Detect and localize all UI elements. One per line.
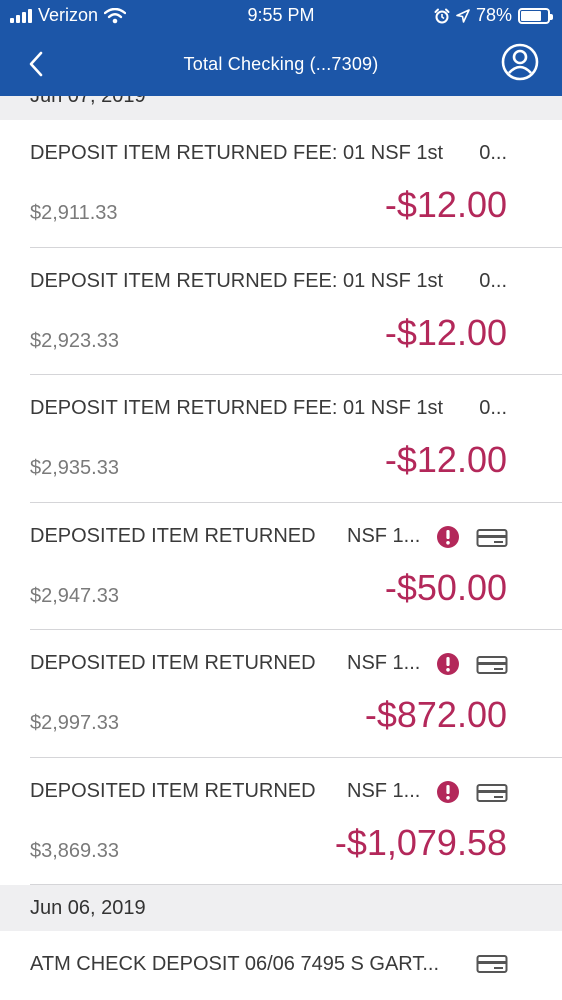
user-circle-icon [501,43,539,81]
transaction-description-tail: 0... [479,397,507,419]
app-header: Verizon 9:55 PM 78% Total Checking (...7… [0,0,562,96]
page-title: Total Checking (...7309) [183,54,379,74]
transaction-amount: -$12.00 [384,184,507,225]
nav-bar: Total Checking (...7309) [0,36,562,92]
transaction-description-tail: NSF 1... [347,652,421,674]
alarm-icon [434,8,450,23]
transaction-description: ATM CHECK DEPOSIT 06/06 7495 S GART... [30,953,440,975]
check-image-icon[interactable] [476,654,508,676]
transaction-description: DEPOSIT ITEM RETURNED FEE: 01 NSF 1st [30,397,444,419]
transaction-amount: -$1,079.58 [334,821,507,863]
status-bar: Verizon 9:55 PM 78% [0,0,562,32]
transaction-description: DEPOSITED ITEM RETURNED [30,524,316,547]
transaction-description-tail: 0... [479,269,507,292]
transaction-description-tail: NSF 1... [347,524,421,547]
alert-icon[interactable] [436,525,460,549]
running-balance: $2,911.33 [30,202,118,224]
date-header: Jun 07, 2019 [0,96,562,120]
transaction-amount: -$12.00 [384,439,507,480]
check-image-icon[interactable] [476,782,508,804]
location-icon [456,8,470,23]
transaction-list[interactable]: Jun 07, 2019 DEPOSIT ITEM RETURNED FEE: … [0,96,562,1000]
running-balance: $2,935.33 [30,457,119,479]
transaction-row[interactable]: DEPOSITED ITEM RETURNED NSF 1... $2,997.… [30,630,562,758]
transaction-amount: -$12.00 [384,311,507,353]
date-label: Jun 06, 2019 [30,897,146,919]
status-right: 78% [434,5,553,26]
transaction-row[interactable]: DEPOSIT ITEM RETURNED FEE: 01 NSF 1st 0.… [30,120,562,248]
running-balance: $2,997.33 [30,712,119,734]
transaction-row[interactable]: DEPOSIT ITEM RETURNED FEE: 01 NSF 1st 0.… [30,248,562,375]
transaction-row[interactable]: DEPOSITED ITEM RETURNED NSF 1... $3,869.… [30,758,562,885]
alert-icon[interactable] [436,652,460,676]
check-image-icon[interactable] [476,527,508,549]
date-label: Jun 07, 2019 [30,96,146,107]
transaction-row[interactable]: ATM CHECK DEPOSIT 06/06 7495 S GART... [30,931,562,1000]
transaction-description-tail: NSF 1... [347,779,421,802]
transaction-amount: -$872.00 [364,694,507,735]
alert-icon[interactable] [436,780,460,804]
running-balance: $3,869.33 [30,839,119,862]
transaction-description: DEPOSIT ITEM RETURNED FEE: 01 NSF 1st [30,142,444,164]
battery-percent: 78% [475,5,512,25]
running-balance: $2,947.33 [30,584,119,607]
date-header: Jun 06, 2019 [0,885,562,931]
battery-icon [518,7,553,24]
running-balance: $2,923.33 [30,329,119,352]
transaction-description: DEPOSITED ITEM RETURNED [30,652,316,674]
transaction-amount: -$50.00 [384,566,507,608]
transaction-description: DEPOSITED ITEM RETURNED [30,779,316,802]
transaction-row[interactable]: DEPOSIT ITEM RETURNED FEE: 01 NSF 1st 0.… [30,375,562,503]
transaction-row[interactable]: DEPOSITED ITEM RETURNED NSF 1... $2,947.… [30,503,562,630]
check-image-icon[interactable] [476,953,508,975]
profile-button[interactable] [500,42,540,82]
transaction-description: DEPOSIT ITEM RETURNED FEE: 01 NSF 1st [30,269,444,292]
transaction-description-tail: 0... [479,142,507,164]
